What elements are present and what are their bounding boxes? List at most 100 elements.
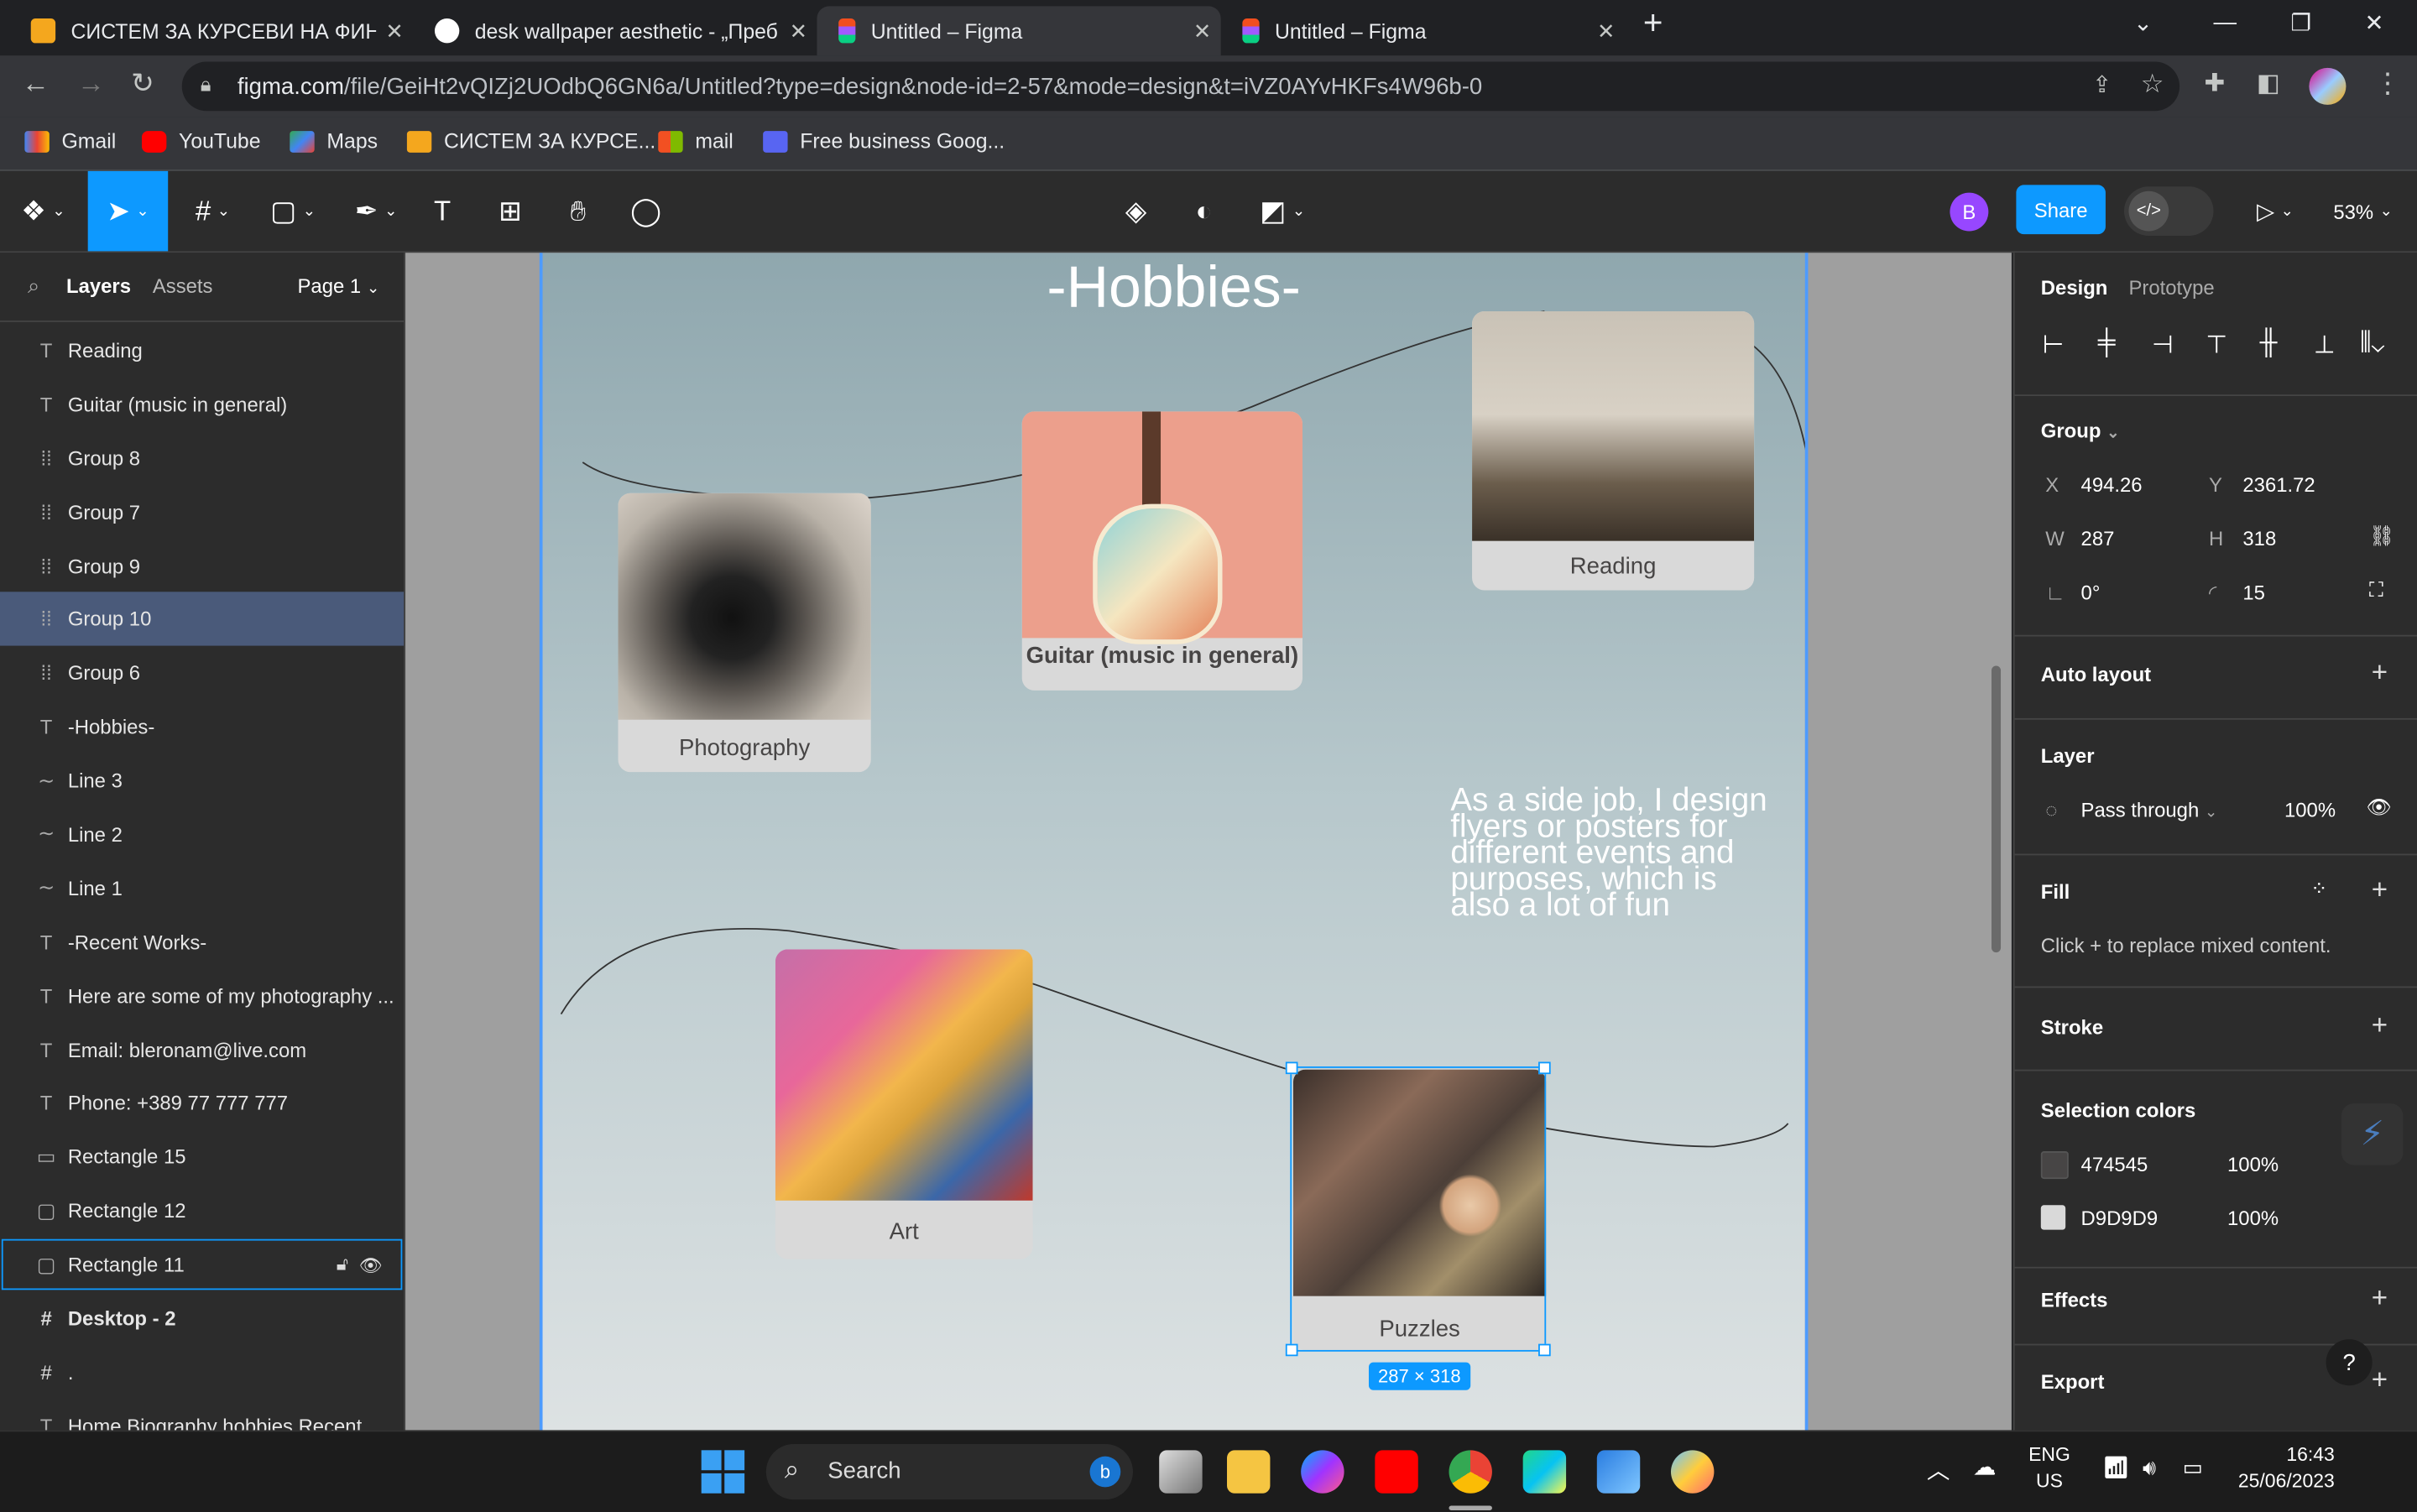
layer-item[interactable]: ⁞⁞ Group 7 — [0, 485, 404, 539]
paint-icon[interactable] — [1670, 1450, 1715, 1494]
close-window-icon[interactable]: ✕ — [2364, 9, 2383, 37]
language-indicator[interactable]: ENG US — [2028, 1444, 2070, 1492]
rotation-field[interactable]: 0° — [2081, 581, 2101, 604]
bookmark-youtube[interactable]: YouTube — [141, 129, 261, 153]
width-field[interactable]: 287 — [2081, 527, 2115, 550]
layer-item[interactable]: ▢ Rectangle 12 — [0, 1184, 404, 1238]
comment-tool-icon[interactable]: ◯ — [623, 171, 669, 252]
bookmark-business[interactable]: Free business Goog... — [763, 129, 1005, 153]
add-auto-layout-icon[interactable]: + — [2372, 656, 2388, 689]
bookmark-gmail[interactable]: Gmail — [24, 129, 116, 153]
user-avatar[interactable]: B — [1950, 192, 1989, 232]
messenger-icon[interactable] — [1301, 1450, 1344, 1494]
layer-item[interactable]: ∼ Line 3 — [0, 753, 404, 807]
wifi-icon[interactable]: 📶︎ — [2102, 1455, 2130, 1481]
reload-icon[interactable]: ↻ — [131, 68, 154, 101]
layer-item[interactable]: # Desktop - 2 — [0, 1291, 404, 1345]
selection-handle[interactable] — [1538, 1343, 1551, 1357]
share-page-icon[interactable]: ⇪ — [2092, 70, 2112, 98]
tab-layers[interactable]: Layers — [66, 274, 131, 298]
layer-item[interactable]: #. — [0, 1345, 404, 1399]
y-field[interactable]: 2361.72 — [2242, 473, 2315, 497]
browser-tab[interactable]: desk wallpaper aesthetic - „Преб ✕ — [413, 6, 817, 55]
file-explorer-icon[interactable] — [1227, 1450, 1271, 1494]
task-view-icon[interactable] — [1159, 1450, 1203, 1494]
layer-item[interactable]: T Home Biography hobbies Recent ... — [0, 1399, 404, 1431]
layer-item-hovered[interactable]: ▢ Rectangle 11 🔓︎ 👁︎ — [0, 1238, 404, 1291]
layer-item[interactable]: T Reading — [0, 324, 404, 378]
layer-item[interactable]: ∼ Line 2 — [0, 807, 404, 861]
show-hidden-icons[interactable]: ︿ — [1927, 1453, 1950, 1486]
zoom-dropdown[interactable]: 53% ⌄ — [2325, 171, 2402, 252]
search-icon[interactable]: ⌕ — [28, 273, 39, 299]
height-field[interactable]: 318 — [2242, 527, 2276, 550]
frame-tool-icon[interactable]: # ⌄ — [179, 171, 247, 252]
resources-icon[interactable]: ⊞ — [487, 171, 533, 252]
align-middle-vertical-icon[interactable]: ╫ — [2260, 330, 2278, 357]
bing-icon[interactable]: b — [1089, 1456, 1121, 1488]
layer-item[interactable]: T Phone: +389 77 777 777 — [0, 1077, 404, 1130]
clock[interactable]: 16:43 25/06/2023 — [2238, 1444, 2335, 1492]
taskbar-search[interactable]: ⌕ Search b — [765, 1443, 1133, 1500]
share-button[interactable]: Share — [2016, 185, 2106, 235]
x-field[interactable]: 494.26 — [2081, 473, 2143, 497]
browser-tab[interactable]: СИСТЕМ ЗА КУРСЕВИ НА ФИНК ✕ — [9, 6, 413, 55]
color-hex[interactable]: 474545 — [2081, 1153, 2148, 1176]
hand-tool-icon[interactable]: ✋︎ — [555, 171, 601, 252]
close-tab-icon[interactable]: ✕ — [1184, 18, 1221, 44]
side-job-text[interactable]: As a side job, I design flyers or poster… — [1450, 785, 1774, 921]
help-icon[interactable]: ? — [2326, 1339, 2373, 1386]
bookmark-finki[interactable]: СИСТЕМ ЗА КУРСЕ... — [406, 129, 655, 153]
back-icon[interactable]: ← — [22, 68, 50, 101]
add-effect-icon[interactable]: + — [2372, 1282, 2388, 1315]
independent-corners-icon[interactable]: ⛶ — [2369, 578, 2383, 602]
selection-handle[interactable] — [1285, 1061, 1298, 1075]
distribute-icon[interactable]: ⫼⌄ — [2360, 330, 2384, 357]
art-card[interactable]: Art — [775, 949, 1033, 1259]
selection-handle[interactable] — [1285, 1343, 1298, 1357]
add-fill-icon[interactable]: + — [2372, 873, 2388, 906]
canvas-scrollbar[interactable] — [1992, 665, 2002, 953]
forward-icon[interactable]: → — [77, 68, 105, 101]
layer-item[interactable]: T Here are some of my photography ... — [0, 969, 404, 1023]
tab-design[interactable]: Design — [2041, 276, 2108, 300]
bookmark-maps[interactable]: Maps — [290, 129, 378, 153]
color-opacity[interactable]: 100% — [2227, 1207, 2279, 1230]
profile-avatar[interactable] — [2309, 67, 2347, 105]
bookmark-mail[interactable]: mail — [658, 129, 733, 153]
tab-prototype[interactable]: Prototype — [2128, 276, 2214, 300]
selection-handle[interactable] — [1538, 1061, 1551, 1075]
opacity-field[interactable]: 100% — [2284, 798, 2336, 821]
pen-tool-icon[interactable]: ✒︎ ⌄ — [342, 171, 410, 252]
align-top-icon[interactable]: ⊤ — [2206, 330, 2227, 361]
windows-start-icon[interactable] — [701, 1450, 745, 1494]
components-icon[interactable]: ◈ — [1113, 171, 1159, 252]
bookmark-star-icon[interactable]: ☆ — [2141, 70, 2164, 101]
layer-item[interactable]: T Email: bleronam@live.com — [0, 1023, 404, 1077]
corner-radius-field[interactable]: 15 — [2242, 581, 2265, 604]
minimize-icon[interactable]: — — [2214, 9, 2237, 35]
text-tool-icon[interactable]: T — [420, 171, 466, 252]
reading-card[interactable]: Reading — [1472, 311, 1755, 591]
align-center-horizontal-icon[interactable]: ╪ — [2098, 330, 2116, 357]
page-selector[interactable]: Page 1 ⌄ — [297, 274, 379, 298]
mask-icon[interactable]: ◐ — [1181, 171, 1227, 252]
address-bar[interactable]: 🔒︎ figma.com/file/GeiHt2vQIZj2UOdbQ6GN6a… — [181, 61, 2180, 112]
tab-search-icon[interactable]: ⌄ — [2133, 9, 2153, 37]
layer-item[interactable]: ⁞⁞ Group 9 — [0, 539, 404, 592]
guitar-card[interactable]: Guitar (music in general) — [1021, 411, 1303, 691]
layer-item[interactable]: ∼ Line 1 — [0, 862, 404, 915]
color-swatch[interactable] — [2040, 1205, 2066, 1230]
color-opacity[interactable]: 100% — [2227, 1153, 2279, 1176]
align-bottom-icon[interactable]: ⊥ — [2314, 330, 2336, 361]
canvas[interactable]: -Hobbies- Photography Guitar (music in g… — [405, 253, 2012, 1431]
browser-tab-active[interactable]: Untitled – Figma ✕ — [817, 6, 1221, 56]
constrain-proportions-icon[interactable]: ⛓︎ — [2369, 524, 2394, 548]
align-left-icon[interactable]: ⊢ — [2043, 330, 2065, 361]
youtube-app-icon[interactable] — [1375, 1450, 1418, 1494]
add-export-icon[interactable]: + — [2372, 1363, 2388, 1396]
color-hex[interactable]: D9D9D9 — [2081, 1207, 2159, 1230]
align-right-icon[interactable]: ⊣ — [2152, 330, 2174, 361]
new-tab-icon[interactable]: + — [1643, 3, 1663, 44]
browser-tab[interactable]: Untitled – Figma ✕ — [1221, 6, 1625, 55]
